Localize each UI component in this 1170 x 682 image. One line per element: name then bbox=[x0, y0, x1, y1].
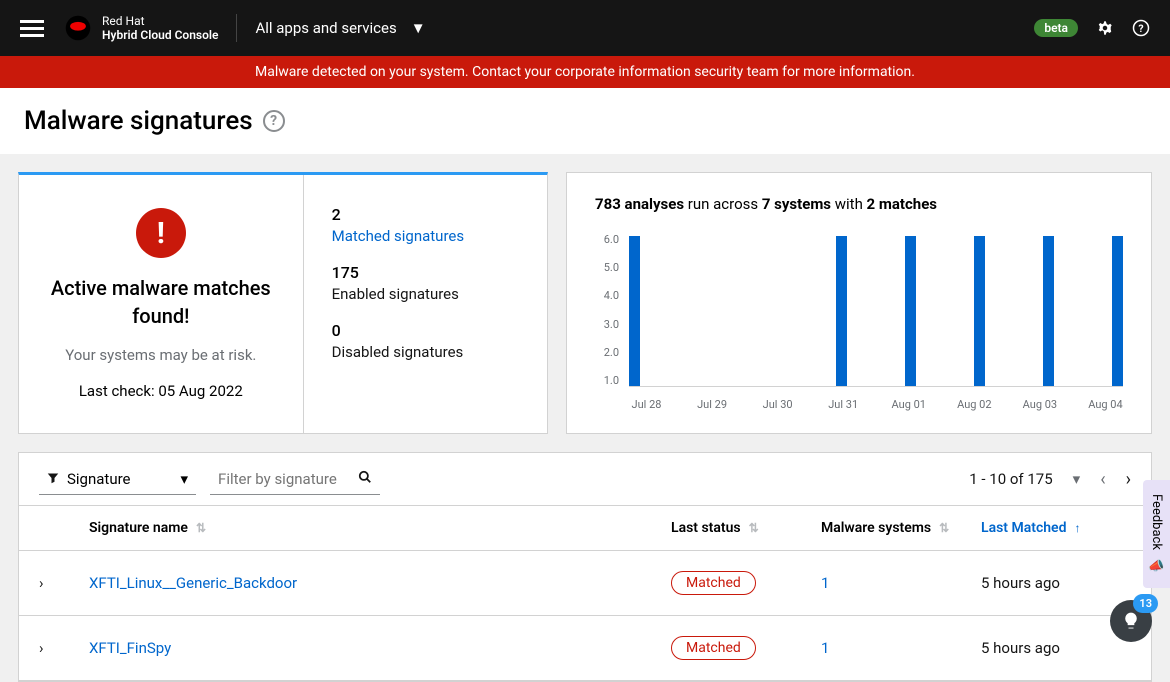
assistant-button[interactable]: 13 bbox=[1110, 600, 1152, 642]
search-box[interactable] bbox=[210, 463, 380, 495]
settings-icon[interactable] bbox=[1096, 19, 1114, 37]
alert-banner: Malware detected on your system. Contact… bbox=[0, 56, 1170, 88]
info-icon[interactable]: ? bbox=[263, 110, 285, 132]
table-row: › XFTI_FinSpy Matched 1 5 hours ago bbox=[19, 616, 1151, 681]
prev-page-button[interactable]: ‹ bbox=[1100, 469, 1105, 490]
chart-bar bbox=[629, 236, 640, 386]
sort-icon: ⇅ bbox=[196, 521, 206, 535]
status-badge: Matched bbox=[671, 636, 756, 660]
chevron-down-icon: ▾ bbox=[181, 470, 189, 488]
last-matched-value: 5 hours ago bbox=[981, 639, 1131, 657]
table-row: › XFTI_Linux__Generic_Backdoor Matched 1 5 h… bbox=[19, 551, 1151, 616]
search-icon[interactable] bbox=[358, 469, 372, 488]
sort-icon: ⇅ bbox=[749, 521, 759, 535]
col-last-status[interactable]: Last status⇅ bbox=[671, 520, 821, 536]
redhat-icon bbox=[64, 14, 92, 42]
chart-bar bbox=[905, 236, 916, 386]
chevron-down-icon[interactable]: ▾ bbox=[1073, 470, 1081, 488]
sort-up-icon: ↑ bbox=[1074, 521, 1080, 535]
brand-bottom: Hybrid Cloud Console bbox=[102, 28, 218, 42]
signature-link[interactable]: XFTI_Linux__Generic_Backdoor bbox=[89, 574, 297, 592]
stat-matched[interactable]: 2 Matched signatures bbox=[332, 205, 519, 245]
status-badge: Matched bbox=[671, 571, 756, 595]
systems-link[interactable]: 1 bbox=[821, 639, 829, 657]
summary-title-1: Active malware matches bbox=[51, 276, 271, 300]
filter-icon bbox=[47, 470, 59, 488]
summary-card: ! Active malware matches found! Your sys… bbox=[18, 172, 548, 434]
page-title: Malware signatures bbox=[24, 106, 253, 136]
page-header: Malware signatures ? bbox=[0, 88, 1170, 154]
help-icon[interactable]: ? bbox=[1132, 19, 1150, 37]
search-input[interactable] bbox=[218, 470, 348, 488]
brand-logo[interactable]: Red Hat Hybrid Cloud Console bbox=[64, 14, 218, 43]
top-bar: Red Hat Hybrid Cloud Console All apps an… bbox=[0, 0, 1170, 56]
expand-icon[interactable]: › bbox=[39, 574, 44, 592]
apps-label: All apps and services bbox=[255, 19, 396, 37]
analyses-chart: 6.05.04.03.02.01.0 Jul 28Jul 29Jul 30Jul… bbox=[595, 231, 1123, 411]
svg-text:?: ? bbox=[1138, 22, 1143, 35]
signatures-table: Signature ▾ 1 - 10 of 175 ▾ ‹ › Signatur… bbox=[18, 452, 1152, 682]
summary-title-2: found! bbox=[132, 304, 189, 328]
summary-subtitle: Your systems may be at risk. bbox=[65, 346, 256, 364]
apps-dropdown[interactable]: All apps and services ▼ bbox=[255, 19, 425, 37]
stat-disabled: 0 Disabled signatures bbox=[332, 321, 519, 361]
filter-dropdown[interactable]: Signature ▾ bbox=[39, 464, 196, 495]
table-header: Signature name⇅ Last status⇅ Malware sys… bbox=[19, 505, 1151, 551]
last-matched-value: 5 hours ago bbox=[981, 574, 1131, 592]
megaphone-icon: 📣 bbox=[1149, 558, 1164, 574]
feedback-tab[interactable]: Feedback 📣 bbox=[1143, 480, 1170, 588]
lightbulb-icon bbox=[1121, 611, 1141, 631]
chevron-down-icon: ▼ bbox=[411, 19, 426, 37]
chart-bar bbox=[1043, 236, 1054, 386]
next-page-button[interactable]: › bbox=[1126, 469, 1131, 490]
summary-last-check: Last check: 05 Aug 2022 bbox=[79, 382, 243, 400]
col-signature-name[interactable]: Signature name⇅ bbox=[89, 520, 671, 536]
stat-enabled: 175 Enabled signatures bbox=[332, 263, 519, 303]
analyses-heading: 783 analyses run across 7 systems with 2… bbox=[595, 195, 1123, 213]
divider bbox=[236, 14, 237, 42]
col-malware-systems[interactable]: Malware systems⇅ bbox=[821, 520, 981, 536]
chart-bar bbox=[836, 236, 847, 386]
danger-icon: ! bbox=[136, 208, 186, 258]
brand-top: Red Hat bbox=[102, 14, 218, 28]
expand-icon[interactable]: › bbox=[39, 639, 44, 657]
pagination: 1 - 10 of 175 ▾ ‹ › bbox=[969, 469, 1131, 490]
systems-link[interactable]: 1 bbox=[821, 574, 829, 592]
chart-bar bbox=[1112, 236, 1123, 386]
col-last-matched[interactable]: Last Matched↑ bbox=[981, 520, 1131, 536]
analyses-card: 783 analyses run across 7 systems with 2… bbox=[566, 172, 1152, 434]
signature-link[interactable]: XFTI_FinSpy bbox=[89, 639, 171, 657]
sort-icon: ⇅ bbox=[939, 521, 949, 535]
beta-badge: beta bbox=[1034, 19, 1078, 37]
notification-badge: 13 bbox=[1133, 594, 1158, 613]
chart-bar bbox=[974, 236, 985, 386]
menu-toggle-icon[interactable] bbox=[20, 20, 44, 37]
